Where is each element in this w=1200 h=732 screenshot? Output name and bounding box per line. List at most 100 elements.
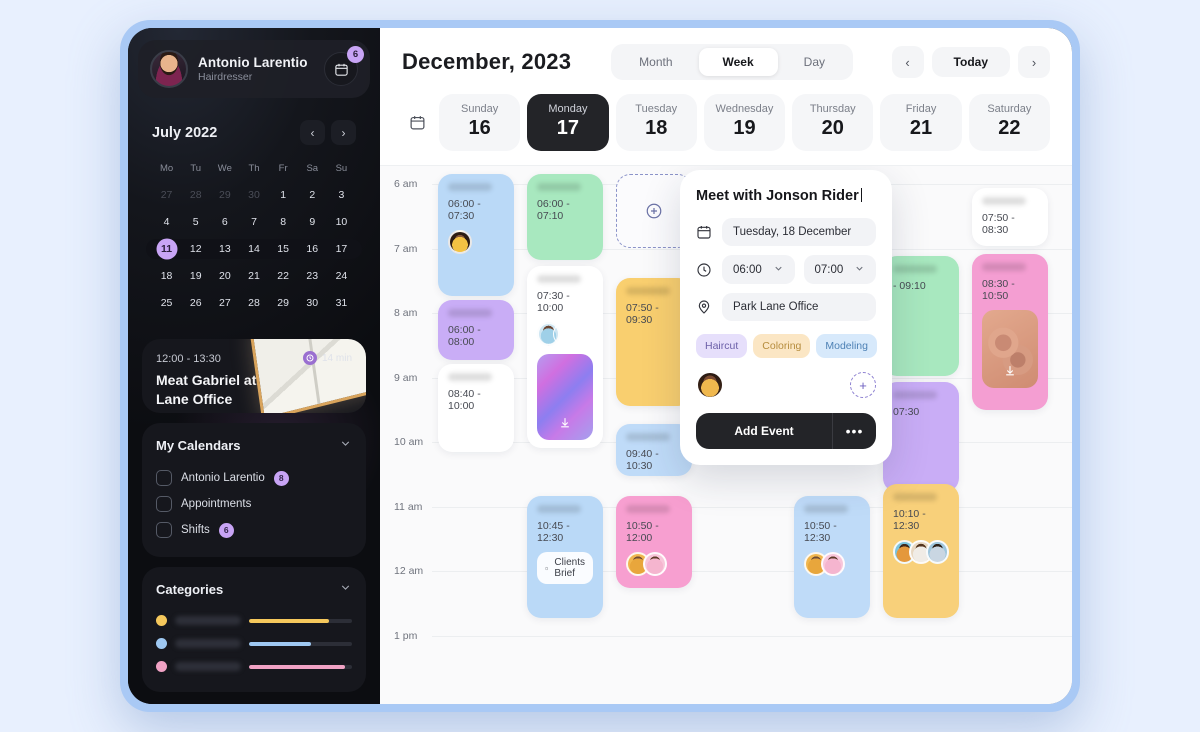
mini-calendar-day[interactable]: 16 — [298, 238, 327, 260]
popup-tag-modeling[interactable]: Modeling — [816, 334, 877, 358]
calendar-event[interactable]: - 09:10 — [883, 256, 959, 376]
category-item[interactable] — [156, 655, 352, 678]
profile-card[interactable]: Antonio Larentio Hairdresser 6 — [138, 40, 370, 98]
popup-date-field[interactable]: Tuesday, 18 December — [722, 218, 876, 246]
mini-calendar-day[interactable]: 5 — [181, 211, 210, 233]
popup-tag-coloring[interactable]: Coloring — [753, 334, 811, 358]
popup-time-row[interactable]: 06:00 07:00 — [696, 255, 876, 284]
mini-calendar-day[interactable]: 27 — [152, 184, 181, 206]
calendar-event[interactable]: 10:45 - 12:30 Clients Brief — [527, 496, 603, 618]
mini-calendar-day[interactable]: 28 — [239, 292, 268, 314]
mini-calendar-day[interactable]: 28 — [181, 184, 210, 206]
mini-calendar-day[interactable]: 2 — [298, 184, 327, 206]
mini-calendar-day[interactable]: 3 — [327, 184, 356, 206]
mini-calendar-day[interactable]: 31 — [327, 292, 356, 314]
calendar-checkbox[interactable] — [156, 496, 172, 512]
mini-prev-button[interactable]: ‹ — [300, 120, 325, 145]
mini-calendar-day[interactable]: 30 — [298, 292, 327, 314]
event-attachment[interactable]: Clients Brief — [537, 552, 593, 584]
mini-calendar-day[interactable]: 29 — [210, 184, 239, 206]
mini-calendar-day[interactable]: 21 — [239, 265, 268, 287]
calendar-button[interactable]: 6 — [324, 46, 364, 86]
mini-calendar-day[interactable]: 8 — [269, 211, 298, 233]
day-tab-wednesday[interactable]: Wednesday 19 — [703, 94, 786, 151]
day-tab-saturday[interactable]: Saturday 22 — [968, 94, 1050, 151]
mini-calendar-day[interactable]: 9 — [298, 211, 327, 233]
calendar-icon[interactable] — [402, 114, 432, 131]
mini-calendar-day[interactable]: 27 — [210, 292, 239, 314]
popup-location-row[interactable]: Park Lane Office — [696, 293, 876, 321]
calendar-event[interactable]: 06:00 - 08:00 — [438, 300, 514, 360]
day-tab-monday[interactable]: Monday 17 — [527, 94, 609, 151]
calendar-event[interactable]: 10:10 - 12:30 — [883, 484, 959, 618]
calendar-event[interactable]: 06:00 - 07:10 — [527, 174, 603, 260]
mini-calendar-day[interactable]: 18 — [152, 265, 181, 287]
day-tab-thursday[interactable]: Thursday 20 — [792, 94, 874, 151]
more-options-button[interactable]: ••• — [832, 413, 876, 449]
calendar-grid[interactable]: 6 am 7 am 8 am 9 am 10 am 11 am 12 am 1 pm 06:0… — [380, 165, 1072, 704]
calendar-checkbox[interactable] — [156, 470, 172, 486]
add-event-button[interactable]: Add Event — [696, 413, 832, 449]
mini-calendar-day[interactable]: 7 — [239, 211, 268, 233]
mini-calendar-day[interactable]: 6 — [210, 211, 239, 233]
popup-tag-haircut[interactable]: Haircut — [696, 334, 748, 358]
mini-next-button[interactable]: › — [331, 120, 356, 145]
view-tab-day[interactable]: Day — [780, 48, 849, 76]
mini-calendar-day[interactable]: 30 — [239, 184, 268, 206]
chevron-down-icon[interactable] — [339, 581, 352, 597]
calendar-event[interactable]: 10:50 - 12:30 — [794, 496, 870, 618]
calendar-event[interactable]: 06:00 - 07:30 — [438, 174, 514, 296]
prev-week-button[interactable]: ‹ — [891, 46, 924, 78]
calendar-event[interactable]: 07:30 — [883, 382, 959, 492]
event-image[interactable] — [537, 354, 593, 440]
event-image[interactable] — [982, 310, 1038, 388]
download-icon[interactable] — [1004, 364, 1017, 380]
calendar-list-item[interactable]: Antonio Larentio 8 — [156, 465, 352, 491]
calendar-event[interactable]: 08:40 - 10:00 — [438, 364, 514, 452]
calendar-event[interactable]: 10:50 - 12:00 — [616, 496, 692, 588]
add-person-button[interactable]: + — [850, 372, 876, 398]
category-item[interactable] — [156, 632, 352, 655]
popup-location-field[interactable]: Park Lane Office — [722, 293, 876, 321]
mini-calendar-day[interactable]: 23 — [298, 265, 327, 287]
mini-calendar-day[interactable]: 1 — [269, 184, 298, 206]
pin-icon — [696, 299, 713, 315]
mini-calendar-day[interactable]: 10 — [327, 211, 356, 233]
calendar-list-item[interactable]: Shifts 6 — [156, 517, 352, 543]
popup-start-time-select[interactable]: 06:00 — [722, 255, 795, 284]
mini-calendar-day[interactable]: 17 — [327, 238, 356, 260]
mini-calendar-day[interactable]: 22 — [269, 265, 298, 287]
calendar-event[interactable]: 07:30 - 10:00 — [527, 266, 603, 448]
download-icon[interactable] — [559, 416, 572, 432]
calendar-event[interactable]: 08:30 - 10:50 — [972, 254, 1048, 410]
mini-calendar-day[interactable]: 12 — [181, 238, 210, 260]
popup-end-time-select[interactable]: 07:00 — [803, 255, 876, 284]
day-tab-tuesday[interactable]: Tuesday 18 — [615, 94, 697, 151]
event-popup[interactable]: Meet with Jonson Rider Tuesday, 18 Decem… — [680, 170, 892, 465]
category-item[interactable] — [156, 609, 352, 632]
view-tab-week[interactable]: Week — [698, 48, 778, 76]
mini-calendar-day[interactable]: 19 — [181, 265, 210, 287]
next-week-button[interactable]: › — [1018, 46, 1050, 78]
mini-calendar-day[interactable]: 13 — [210, 238, 239, 260]
mini-calendar-day[interactable]: 14 — [239, 238, 268, 260]
mini-calendar-day[interactable]: 26 — [181, 292, 210, 314]
popup-date-row[interactable]: Tuesday, 18 December — [696, 218, 876, 246]
view-tab-month[interactable]: Month — [615, 48, 696, 76]
mini-calendar-day[interactable]: 24 — [327, 265, 356, 287]
day-tab-sunday[interactable]: Sunday 16 — [439, 94, 521, 151]
mini-calendar-day[interactable]: 4 — [152, 211, 181, 233]
chevron-down-icon[interactable] — [339, 437, 352, 453]
day-tab-friday[interactable]: Friday 21 — [880, 94, 962, 151]
calendar-event[interactable]: 07:50 - 08:30 — [972, 188, 1048, 246]
attendee-avatar[interactable] — [696, 371, 724, 399]
mini-calendar-day[interactable]: 20 — [210, 265, 239, 287]
calendar-list-item[interactable]: Appointments — [156, 491, 352, 517]
calendar-checkbox[interactable] — [156, 522, 172, 538]
mini-calendar-day[interactable]: 29 — [269, 292, 298, 314]
mini-calendar-day[interactable]: 25 — [152, 292, 181, 314]
mini-calendar-day[interactable]: 15 — [269, 238, 298, 260]
upcoming-event-card[interactable]: 14 min 12:00 - 13:30 Meat Gabriel at Par… — [142, 339, 366, 413]
today-button[interactable]: Today — [931, 47, 1010, 77]
mini-calendar-day[interactable]: 11 — [152, 238, 181, 260]
